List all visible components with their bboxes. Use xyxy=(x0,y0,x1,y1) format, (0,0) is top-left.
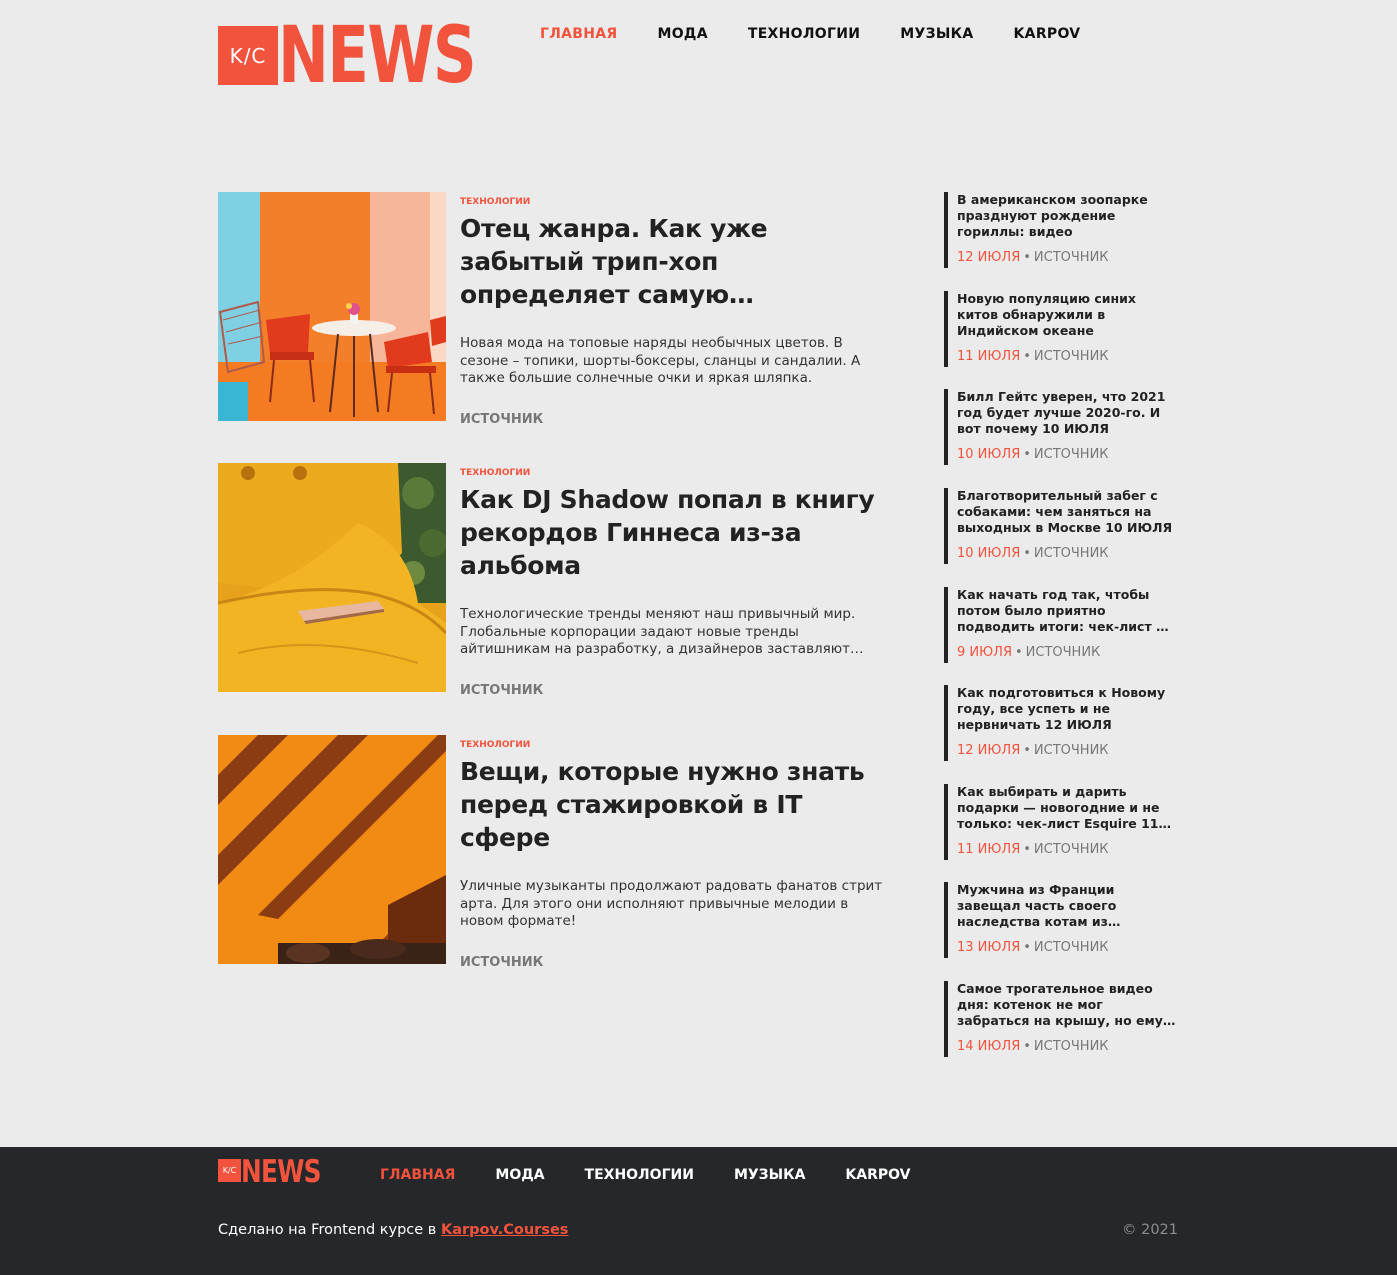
main-nav: ГЛАВНАЯ МОДА ТЕХНОЛОГИИ МУЗЫКА KARPOV xyxy=(540,26,1120,42)
article-card: ТЕХНОЛОГИИ Как DJ Shadow попал в книгу р… xyxy=(218,463,883,698)
separator-dot: • xyxy=(1023,349,1031,364)
sidebar-news-title[interactable]: Как подготовиться к Новому году, все усп… xyxy=(957,685,1177,733)
sidebar-news-source[interactable]: ИСТОЧНИК xyxy=(1034,546,1109,561)
sidebar-news-meta: 13 ИЮЛЯ • ИСТОЧНИК xyxy=(957,940,1177,956)
site-logo[interactable]: K/C NEWS xyxy=(218,11,531,101)
sidebar-news-date: 11 ИЮЛЯ xyxy=(957,349,1021,364)
sidebar-news-meta: 11 ИЮЛЯ • ИСТОЧНИК xyxy=(957,349,1177,365)
sidebar-news-title[interactable]: Как начать год так, чтобы потом было при… xyxy=(957,587,1177,635)
footer-nav-item-karpov[interactable]: KARPOV xyxy=(845,1167,910,1183)
sidebar-news-source[interactable]: ИСТОЧНИК xyxy=(1034,250,1109,265)
sidebar-news-title[interactable]: Как выбирать и дарить подарки — новогодн… xyxy=(957,784,1177,832)
sidebar-news-item[interactable]: Как выбирать и дарить подарки — новогодн… xyxy=(944,784,1177,860)
sidebar-news-item[interactable]: В американском зоопарке празднуют рожден… xyxy=(944,192,1177,268)
footer-credit: Сделано на Frontend курсе в Karpov.Cours… xyxy=(218,1221,568,1239)
separator-dot: • xyxy=(1023,546,1031,561)
sidebar-news-item[interactable]: Благотворительный забег с собаками: чем … xyxy=(944,488,1177,564)
logo-word: NEWS xyxy=(278,11,477,101)
separator-dot: • xyxy=(1023,743,1031,758)
sidebar-news-title[interactable]: В американском зоопарке празднуют рожден… xyxy=(957,192,1177,240)
sidebar-news-item[interactable]: Мужчина из Франции завещал часть своего … xyxy=(944,882,1177,958)
article-image[interactable] xyxy=(218,735,446,964)
separator-dot: • xyxy=(1023,1039,1031,1054)
sidebar-news-date: 10 ИЮЛЯ xyxy=(957,546,1021,561)
sidebar-news-date: 13 ИЮЛЯ xyxy=(957,940,1021,955)
karpov-courses-link[interactable]: Karpov.Courses xyxy=(441,1222,568,1238)
article-body: ТЕХНОЛОГИИ Отец жанра. Как уже забытый т… xyxy=(460,192,883,428)
sidebar-news-meta: 9 ИЮЛЯ • ИСТОЧНИК xyxy=(957,645,1177,661)
footer-nav-item-home[interactable]: ГЛАВНАЯ xyxy=(380,1167,455,1183)
sidebar-news-meta: 10 ИЮЛЯ • ИСТОЧНИК xyxy=(957,546,1177,562)
sidebar-news-meta: 14 ИЮЛЯ • ИСТОЧНИК xyxy=(957,1039,1177,1055)
sidebar-news-item[interactable]: Новую популяцию синих китов обнаружили в… xyxy=(944,291,1177,367)
sidebar-news-date: 12 ИЮЛЯ xyxy=(957,743,1021,758)
sidebar-news-date: 12 ИЮЛЯ xyxy=(957,250,1021,265)
sidebar-news-source[interactable]: ИСТОЧНИК xyxy=(1026,645,1101,660)
footer-nav-item-music[interactable]: МУЗЫКА xyxy=(734,1167,805,1183)
nav-item-music[interactable]: МУЗЫКА xyxy=(900,26,973,42)
article-category[interactable]: ТЕХНОЛОГИИ xyxy=(460,196,883,208)
nav-item-karpov[interactable]: KARPOV xyxy=(1014,26,1081,42)
sidebar-news-item[interactable]: Самое трогательное видео дня: котенок не… xyxy=(944,981,1177,1057)
sidebar-news-date: 11 ИЮЛЯ xyxy=(957,842,1021,857)
footer-nav-item-fashion[interactable]: МОДА xyxy=(495,1167,544,1183)
article-body: ТЕХНОЛОГИИ Как DJ Shadow попал в книгу р… xyxy=(460,463,883,699)
footer-credit-text: Сделано на Frontend курсе в xyxy=(218,1222,441,1238)
sidebar-news-date: 14 ИЮЛЯ xyxy=(957,1039,1021,1054)
article-card: ТЕХНОЛОГИИ Вещи, которые нужно знать пер… xyxy=(218,735,883,970)
footer-nav-item-technology[interactable]: ТЕХНОЛОГИИ xyxy=(585,1167,694,1183)
separator-dot: • xyxy=(1023,447,1031,462)
sidebar-news-meta: 10 ИЮЛЯ • ИСТОЧНИК xyxy=(957,447,1177,463)
sidebar-news-date: 9 ИЮЛЯ xyxy=(957,645,1012,660)
sidebar-news-item[interactable]: Билл Гейтс уверен, что 2021 год будет лу… xyxy=(944,389,1177,465)
sidebar-news-meta: 12 ИЮЛЯ • ИСТОЧНИК xyxy=(957,250,1177,266)
sidebar-news-title[interactable]: Билл Гейтс уверен, что 2021 год будет лу… xyxy=(957,389,1177,437)
article-source-link[interactable]: ИСТОЧНИК xyxy=(460,955,543,971)
sidebar-news-source[interactable]: ИСТОЧНИК xyxy=(1034,940,1109,955)
logo-badge: K/C xyxy=(218,26,278,85)
sidebar-news-date: 10 ИЮЛЯ xyxy=(957,447,1021,462)
site-header: K/C NEWS ГЛАВНАЯ МОДА ТЕХНОЛОГИИ МУЗЫКА … xyxy=(218,11,1178,101)
article-body: ТЕХНОЛОГИИ Вещи, которые нужно знать пер… xyxy=(460,735,883,971)
article-excerpt: Уличные музыканты продолжают радовать фа… xyxy=(460,878,883,929)
footer-logo-word: NEWS xyxy=(241,1154,322,1190)
footer-nav: ГЛАВНАЯ МОДА ТЕХНОЛОГИИ МУЗЫКА KARPOV xyxy=(380,1167,951,1183)
nav-item-home[interactable]: ГЛАВНАЯ xyxy=(540,26,618,42)
footer-logo[interactable]: K/C NEWS xyxy=(218,1154,341,1190)
article-category[interactable]: ТЕХНОЛОГИИ xyxy=(460,467,883,479)
sidebar-news-source[interactable]: ИСТОЧНИК xyxy=(1034,447,1109,462)
sidebar-news-item[interactable]: Как начать год так, чтобы потом было при… xyxy=(944,587,1177,663)
article-image[interactable] xyxy=(218,463,446,692)
article-category[interactable]: ТЕХНОЛОГИИ xyxy=(460,739,883,751)
sidebar-news-meta: 12 ИЮЛЯ • ИСТОЧНИК xyxy=(957,743,1177,759)
article-card: ТЕХНОЛОГИИ Отец жанра. Как уже забытый т… xyxy=(218,192,883,427)
article-title[interactable]: Вещи, которые нужно знать перед стажиров… xyxy=(460,755,883,854)
sidebar-news-meta: 11 ИЮЛЯ • ИСТОЧНИК xyxy=(957,842,1177,858)
sidebar-news-source[interactable]: ИСТОЧНИК xyxy=(1034,349,1109,364)
article-title[interactable]: Как DJ Shadow попал в книгу рекордов Гин… xyxy=(460,483,883,582)
footer-logo-badge: K/C xyxy=(218,1159,241,1182)
article-excerpt: Технологические тренды меняют наш привыч… xyxy=(460,606,856,659)
nav-item-fashion[interactable]: МОДА xyxy=(658,26,708,42)
separator-dot: • xyxy=(1023,842,1031,857)
sidebar-news-title[interactable]: Самое трогательное видео дня: котенок не… xyxy=(957,981,1177,1029)
sidebar-news-source[interactable]: ИСТОЧНИК xyxy=(1034,743,1109,758)
article-source-link[interactable]: ИСТОЧНИК xyxy=(460,683,543,699)
sidebar-news-source[interactable]: ИСТОЧНИК xyxy=(1034,842,1109,857)
sidebar-news-title[interactable]: Мужчина из Франции завещал часть своего … xyxy=(957,882,1177,930)
separator-dot: • xyxy=(1023,940,1031,955)
article-source-link[interactable]: ИСТОЧНИК xyxy=(460,412,543,428)
sidebar-news-title[interactable]: Благотворительный забег с собаками: чем … xyxy=(957,488,1177,536)
sidebar-news-source[interactable]: ИСТОЧНИК xyxy=(1034,1039,1109,1054)
article-excerpt: Новая мода на топовые наряды необычных ц… xyxy=(460,335,861,386)
nav-item-technology[interactable]: ТЕХНОЛОГИИ xyxy=(748,26,860,42)
article-title[interactable]: Отец жанра. Как уже забытый трип-хоп опр… xyxy=(460,212,883,311)
site-footer: K/C NEWS ГЛАВНАЯ МОДА ТЕХНОЛОГИИ МУЗЫКА … xyxy=(0,1147,1397,1275)
separator-dot: • xyxy=(1014,645,1023,660)
separator-dot: • xyxy=(1023,250,1031,265)
copyright: © 2021 xyxy=(1122,1222,1179,1238)
article-image[interactable] xyxy=(218,192,446,421)
sidebar-news-title[interactable]: Новую популяцию синих китов обнаружили в… xyxy=(957,291,1177,339)
sidebar-news-item[interactable]: Как подготовиться к Новому году, все усп… xyxy=(944,685,1177,761)
